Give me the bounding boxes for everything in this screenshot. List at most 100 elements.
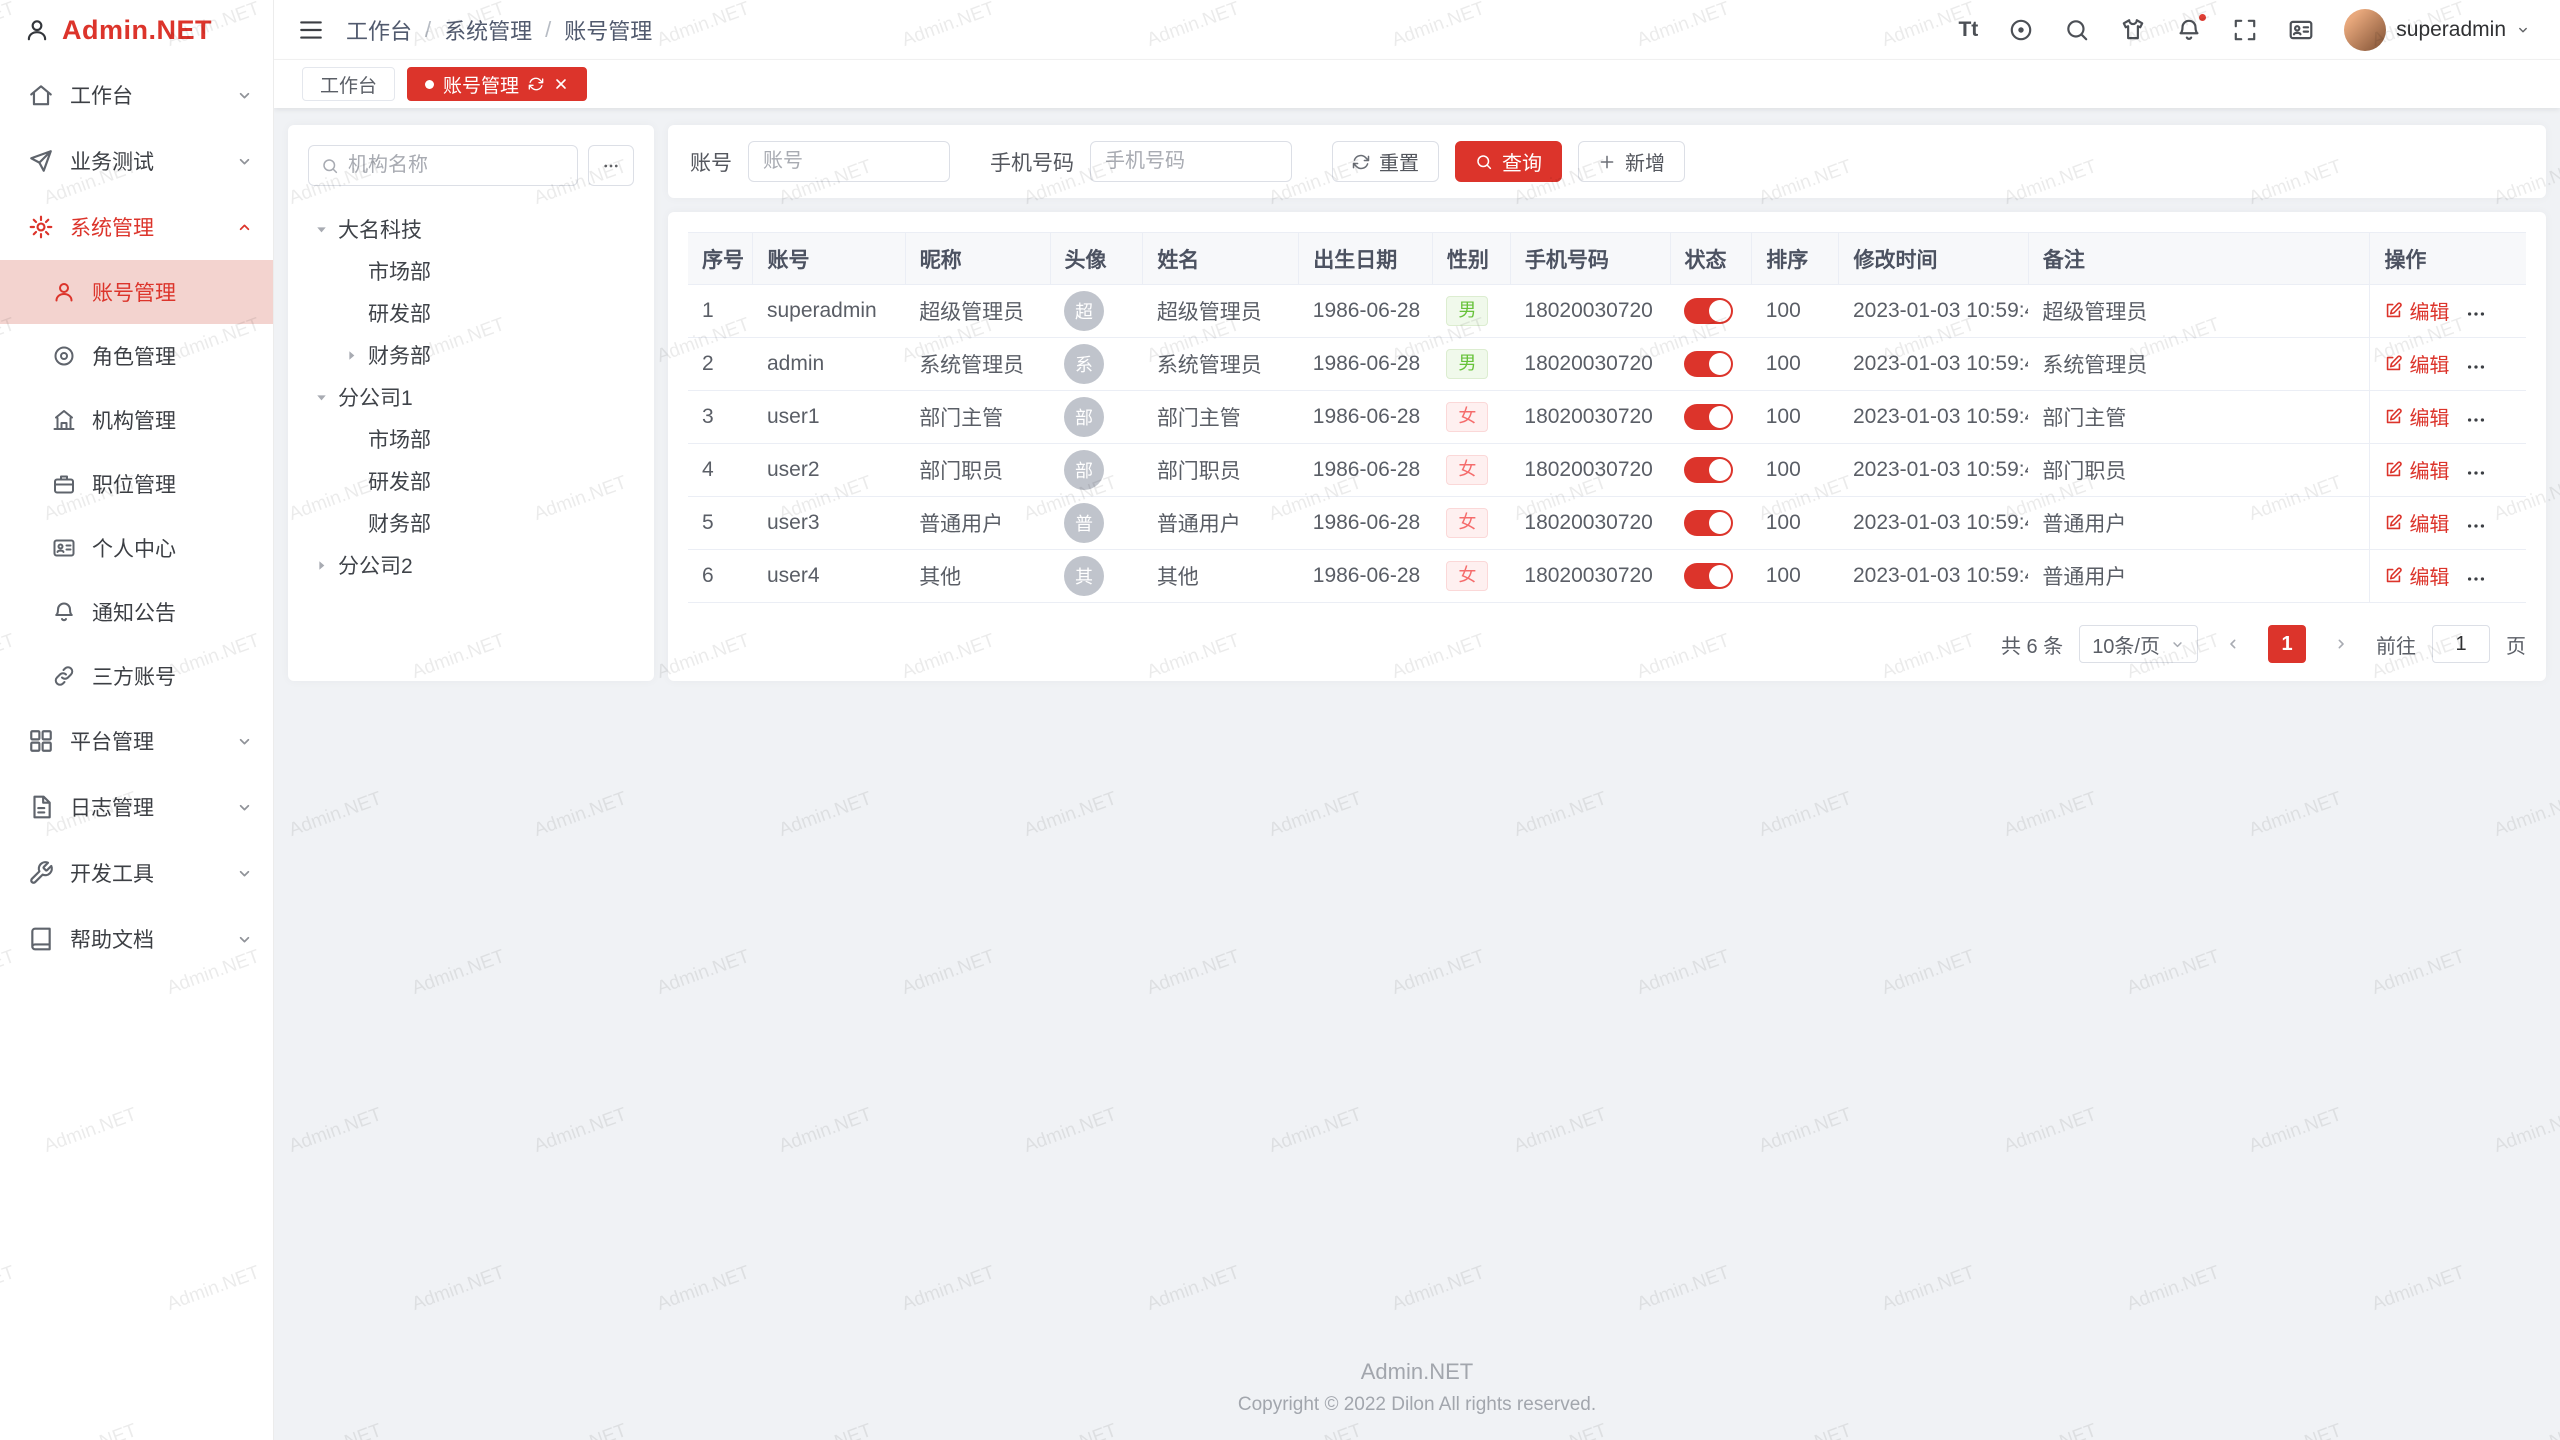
- edit-button[interactable]: 编辑: [2384, 296, 2449, 325]
- sidebar-item-dev-tools[interactable]: 开发工具: [0, 840, 273, 906]
- app-logo[interactable]: Admin.NET: [0, 0, 273, 60]
- sidebar-item-label: 机构管理: [92, 405, 176, 435]
- tree-node[interactable]: 研发部: [308, 292, 634, 334]
- search-icon: [321, 157, 339, 175]
- cell-status: [1670, 391, 1752, 444]
- next-page-button[interactable]: [2322, 625, 2360, 663]
- page-number-button[interactable]: 1: [2268, 625, 2306, 663]
- tree-expand-caret[interactable]: [308, 216, 334, 242]
- sidebar-item-account-management[interactable]: 账号管理: [0, 260, 273, 324]
- cell-avatar: 系: [1050, 338, 1143, 391]
- account-input[interactable]: [748, 141, 950, 182]
- cell-modified: 2023-01-03 10:59:44: [1839, 444, 2028, 497]
- sidebar-item-label: 日志管理: [70, 792, 154, 822]
- theme-skin-icon[interactable]: [2120, 17, 2146, 43]
- more-actions-button[interactable]: [2465, 462, 2487, 484]
- phone-input[interactable]: [1090, 141, 1292, 182]
- more-actions-button[interactable]: [2465, 356, 2487, 378]
- cell-phone: 18020030720: [1510, 285, 1670, 338]
- profile-icon[interactable]: [2288, 17, 2314, 43]
- edit-button-label: 编辑: [2409, 455, 2449, 484]
- user-avatar: 系: [1064, 344, 1104, 384]
- breadcrumb-item[interactable]: 系统管理: [444, 14, 532, 46]
- sidebar-item-personal-center[interactable]: 个人中心: [0, 516, 273, 580]
- edit-icon: [2384, 354, 2403, 373]
- breadcrumb-item[interactable]: 账号管理: [564, 14, 652, 46]
- tree-node[interactable]: 财务部: [308, 502, 634, 544]
- edit-button[interactable]: 编辑: [2384, 561, 2449, 590]
- tree-node-label: 研发部: [368, 298, 431, 328]
- add-button[interactable]: 新增: [1578, 141, 1685, 182]
- org-more-button[interactable]: [588, 145, 634, 186]
- more-actions-button[interactable]: [2465, 515, 2487, 537]
- menu-search-icon[interactable]: [2064, 17, 2090, 43]
- column-header-4: 姓名: [1143, 233, 1299, 285]
- cell-phone: 18020030720: [1510, 444, 1670, 497]
- more-dots-icon: [2465, 356, 2487, 378]
- tree-expand-caret[interactable]: [308, 552, 334, 578]
- status-toggle[interactable]: [1684, 351, 1733, 377]
- edit-button[interactable]: 编辑: [2384, 349, 2449, 378]
- search-button[interactable]: 查询: [1455, 141, 1562, 182]
- cell-status: [1670, 444, 1752, 497]
- status-toggle[interactable]: [1684, 563, 1733, 589]
- cell-actions: 编辑: [2370, 444, 2526, 497]
- post-icon: [52, 472, 76, 496]
- sidebar-item-business-test[interactable]: 业务测试: [0, 128, 273, 194]
- prev-page-button[interactable]: [2214, 625, 2252, 663]
- status-toggle[interactable]: [1684, 404, 1733, 430]
- status-toggle[interactable]: [1684, 298, 1733, 324]
- sidebar-item-position-management[interactable]: 职位管理: [0, 452, 273, 516]
- tree-node[interactable]: 市场部: [308, 418, 634, 460]
- tab-account-management[interactable]: 账号管理: [407, 67, 587, 101]
- notification-bell-icon[interactable]: [2176, 17, 2202, 43]
- more-actions-button[interactable]: [2465, 409, 2487, 431]
- sidebar-item-role-management[interactable]: 角色管理: [0, 324, 273, 388]
- org-search-input[interactable]: [348, 154, 565, 177]
- tree-node[interactable]: 市场部: [308, 250, 634, 292]
- tree-expand-caret[interactable]: [308, 384, 334, 410]
- goto-page-input[interactable]: [2432, 625, 2490, 663]
- reset-button[interactable]: 重置: [1332, 141, 1439, 182]
- gender-badge: 男: [1446, 296, 1488, 326]
- fullscreen-icon[interactable]: [2232, 17, 2258, 43]
- sidebar-item-third-party-account[interactable]: 三方账号: [0, 644, 273, 708]
- tree-expand-caret[interactable]: [338, 342, 364, 368]
- tree-node[interactable]: 财务部: [308, 334, 634, 376]
- layout-config-icon[interactable]: [2008, 17, 2034, 43]
- cell-actions: 编辑: [2370, 391, 2526, 444]
- chevron-down-icon: [236, 931, 253, 948]
- tree-node[interactable]: 大名科技: [308, 208, 634, 250]
- sidebar-item-notice-announcement[interactable]: 通知公告: [0, 580, 273, 644]
- cell-name: 部门职员: [1143, 444, 1299, 497]
- sidebar-item-help-docs[interactable]: 帮助文档: [0, 906, 273, 972]
- breadcrumb-item[interactable]: 工作台: [346, 14, 412, 46]
- tab-close-icon[interactable]: [553, 76, 569, 92]
- tab-workbench[interactable]: 工作台: [302, 67, 395, 101]
- hamburger-menu-icon[interactable]: [298, 17, 324, 43]
- edit-button[interactable]: 编辑: [2384, 508, 2449, 537]
- more-dots-icon: [2465, 568, 2487, 590]
- cell-name: 其他: [1143, 550, 1299, 603]
- tree-node[interactable]: 分公司1: [308, 376, 634, 418]
- edit-button[interactable]: 编辑: [2384, 402, 2449, 431]
- cell-nickname: 普通用户: [905, 497, 1050, 550]
- status-toggle[interactable]: [1684, 510, 1733, 536]
- more-actions-button[interactable]: [2465, 303, 2487, 325]
- user-menu[interactable]: superadmin: [2344, 9, 2530, 51]
- sidebar-item-platform-management[interactable]: 平台管理: [0, 708, 273, 774]
- tree-caret-placeholder: [338, 300, 364, 326]
- font-size-icon[interactable]: Tt: [1958, 18, 1978, 42]
- more-actions-button[interactable]: [2465, 568, 2487, 590]
- sidebar-item-org-management[interactable]: 机构管理: [0, 388, 273, 452]
- tree-node[interactable]: 分公司2: [308, 544, 634, 586]
- edit-button[interactable]: 编辑: [2384, 455, 2449, 484]
- tree-node[interactable]: 研发部: [308, 460, 634, 502]
- tab-refresh-icon[interactable]: [528, 76, 544, 92]
- sidebar-item-system-management[interactable]: 系统管理: [0, 194, 273, 260]
- sidebar-item-log-management[interactable]: 日志管理: [0, 774, 273, 840]
- sidebar-item-workbench[interactable]: 工作台: [0, 62, 273, 128]
- column-header-1: 账号: [753, 233, 905, 285]
- page-size-select[interactable]: 10条/页: [2079, 625, 2198, 663]
- status-toggle[interactable]: [1684, 457, 1733, 483]
